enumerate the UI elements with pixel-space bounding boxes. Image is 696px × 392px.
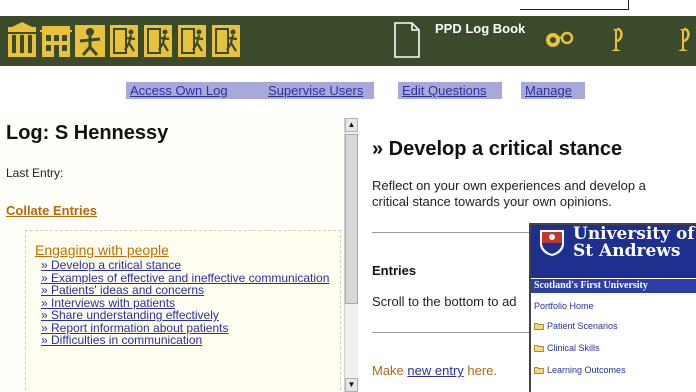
menu-item-label: Clinical Skills	[547, 343, 600, 353]
trumpet-icon[interactable]	[607, 21, 639, 59]
frame-line	[520, 9, 629, 10]
make-entry-prefix: Make	[372, 363, 408, 378]
section-heading-link[interactable]: Engaging with people	[35, 242, 169, 258]
list-item[interactable]: » Patients' ideas and concerns	[41, 284, 331, 297]
nav-manage[interactable]: Manage	[521, 82, 585, 99]
escape-door-icon[interactable]	[142, 21, 174, 59]
collate-entries-link[interactable]: Collate Entries	[6, 203, 97, 218]
scroll-up-arrow[interactable]: ▲	[345, 118, 358, 132]
university-name: University of St Andrews	[573, 226, 695, 260]
entries-heading: Entries	[372, 263, 417, 278]
divider	[372, 232, 542, 233]
toolbar: PPD Log Book	[0, 16, 696, 66]
nav-supervise-users[interactable]: Supervise Users	[264, 82, 374, 99]
building-icon[interactable]	[40, 21, 72, 59]
university-name-line2: St Andrews	[573, 241, 681, 261]
nav-strip: Access Own Log Supervise Users Edit Ques…	[0, 66, 696, 114]
menu-item-patient-scenarios[interactable]: Patient Scenarios	[531, 315, 696, 337]
scroll-thumb[interactable]	[345, 134, 358, 304]
new-entry-link[interactable]: new entry	[407, 363, 463, 378]
home-icon[interactable]	[6, 21, 38, 59]
nav-access-own-log[interactable]: Access Own Log	[126, 82, 275, 99]
last-entry-label: Last Entry:	[6, 166, 64, 180]
popup-menu: Portfolio Home Patient Scenarios Clinica…	[531, 297, 696, 381]
folder-icon	[534, 323, 544, 330]
document-icon[interactable]	[391, 21, 423, 59]
app-title: PPD Log Book	[435, 21, 526, 36]
university-crest-icon	[539, 229, 565, 257]
list-item[interactable]: » Develop a critical stance	[41, 259, 331, 272]
section-item-list: » Develop a critical stance » Examples o…	[41, 259, 331, 347]
person-star-icon[interactable]	[74, 21, 106, 59]
folder-icon	[534, 367, 544, 374]
make-entry-text: Make new entry here.	[372, 363, 497, 378]
scroll-down-arrow[interactable]: ▼	[345, 378, 358, 392]
section-box: Engaging with people » Develop a critica…	[25, 230, 341, 392]
menu-item-clinical-skills[interactable]: Clinical Skills	[531, 337, 696, 359]
nav-edit-questions[interactable]: Edit Questions	[398, 82, 502, 99]
log-title: Log: S Hennessy	[6, 122, 169, 144]
popup-header: University of St Andrews	[531, 225, 696, 278]
university-popup: University of St Andrews Scotland's Firs…	[529, 223, 696, 392]
menu-item-label: Patient Scenarios	[547, 321, 618, 331]
folder-icon	[534, 345, 544, 352]
make-entry-suffix: here.	[463, 363, 498, 378]
trumpet-icon[interactable]	[674, 21, 696, 59]
divider	[372, 332, 542, 333]
glasses-icon[interactable]	[543, 21, 575, 59]
log-panel: Log: S Hennessy Last Entry: Collate Entr…	[0, 114, 344, 392]
escape-door-icon[interactable]	[176, 21, 208, 59]
menu-item-learning-outcomes[interactable]: Learning Outcomes	[531, 359, 696, 381]
portfolio-home-link[interactable]: Portfolio Home	[531, 297, 696, 315]
scroll-instruction: Scroll to the bottom to ad	[372, 294, 517, 309]
detail-title: » Develop a critical stance	[372, 138, 623, 160]
list-item[interactable]: » Share understanding effectively	[41, 309, 331, 322]
list-item[interactable]: » Difficulties in communication	[41, 334, 331, 347]
escape-door-icon[interactable]	[210, 21, 242, 59]
scrollbar[interactable]: ▲ ▼	[344, 118, 358, 392]
escape-door-icon[interactable]	[108, 21, 140, 59]
menu-item-label: Learning Outcomes	[547, 365, 626, 375]
university-tagline: Scotland's First University	[531, 279, 696, 293]
detail-description: Reflect on your own experiences and deve…	[372, 178, 646, 209]
